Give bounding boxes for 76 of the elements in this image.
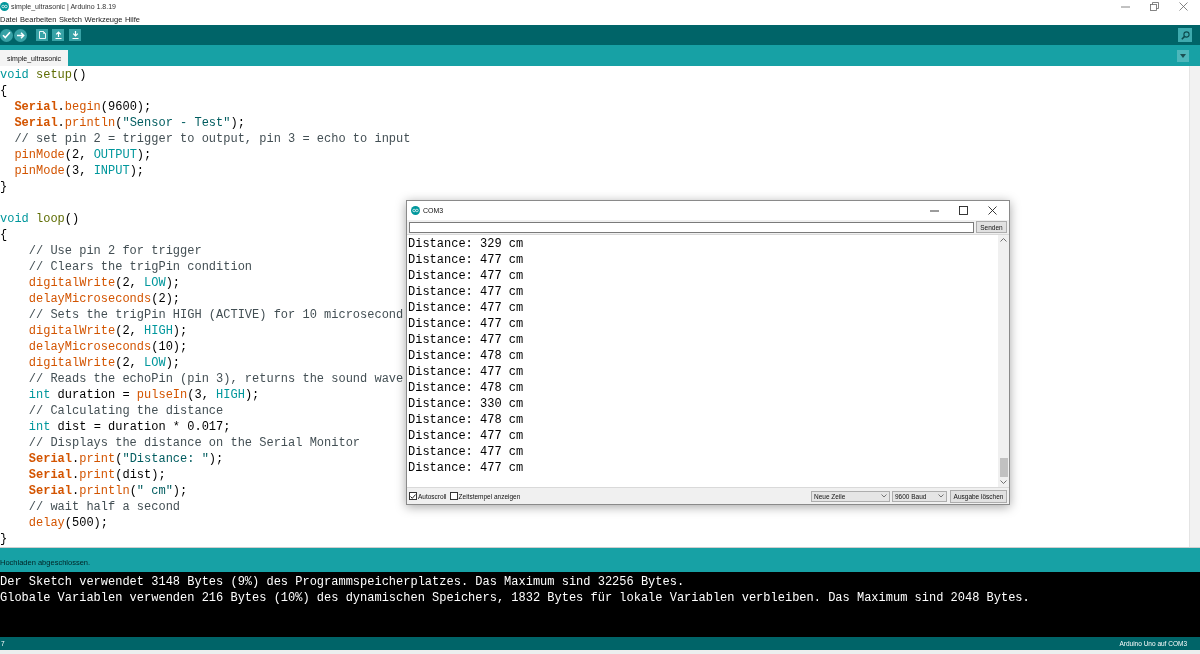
code-line: delayMicroseconds(10); <box>27 339 188 355</box>
new-button[interactable] <box>36 29 48 41</box>
scrollbar[interactable] <box>1189 66 1200 547</box>
output-line: Distance: 330 cm <box>408 396 524 412</box>
output-line: Distance: 477 cm <box>408 284 524 300</box>
caret-down-icon <box>938 494 944 498</box>
code-line: // Sets the trigPin HIGH (ACTIVE) for 10 microsecond <box>27 307 404 323</box>
code-line: // set pin 2 = trigger to output, pin 3 = echo to input <box>13 131 411 147</box>
output-line: Distance: 478 cm <box>408 348 524 364</box>
output-line: Distance: 477 cm <box>408 268 524 284</box>
document-icon <box>38 31 46 39</box>
output-line: Distance: 477 cm <box>408 444 524 460</box>
arrow-down-icon <box>71 31 79 39</box>
minimize-icon[interactable] <box>930 209 939 212</box>
code-line: Serial.print(dist); <box>27 467 166 483</box>
code-line: pinMode(2, OUTPUT); <box>13 147 152 163</box>
code-line: // Reads the echoPin (pin 3), returns the sound wave <box>27 371 404 387</box>
code-line: digitalWrite(2, LOW); <box>27 275 181 291</box>
code-line: { <box>0 83 8 99</box>
tick-icon <box>410 493 416 499</box>
scrollbar[interactable] <box>998 235 1009 487</box>
chevron-down-icon[interactable] <box>1000 480 1007 484</box>
check-icon <box>2 31 11 39</box>
open-button[interactable] <box>52 29 64 41</box>
code-line: delay(500); <box>27 515 109 531</box>
output-line: Distance: 478 cm <box>408 412 524 428</box>
scrollbar-thumb[interactable] <box>999 458 1008 477</box>
caret-down-icon <box>1180 53 1186 58</box>
code-line: pinMode(3, INPUT); <box>13 163 145 179</box>
console-line: Globale Variablen verwenden 216 Bytes (10%) des dynamischen Speichers, 1832 Bytes für lokale Variablen verbleiben. Das Maximum sind 2048 Bytes. <box>0 590 1030 606</box>
caret-down-icon <box>881 494 887 498</box>
message-input[interactable] <box>409 221 974 233</box>
output-line: Distance: 477 cm <box>408 364 524 380</box>
code-line: digitalWrite(2, LOW); <box>27 355 181 371</box>
serial-monitor-button[interactable] <box>1178 28 1192 42</box>
code-line: // Calculating the distance <box>27 403 224 419</box>
app-logo-icon <box>411 206 420 215</box>
maximize-icon[interactable] <box>959 206 968 215</box>
code-line: { <box>0 227 8 243</box>
tab-menu-button[interactable] <box>1177 49 1189 62</box>
code-line: digitalWrite(2, HIGH); <box>27 323 188 339</box>
search-icon <box>1180 30 1190 40</box>
code-line: // Clears the trigPin condition <box>27 259 253 275</box>
verify-button[interactable] <box>0 28 13 42</box>
output-line: Distance: 478 cm <box>408 380 524 396</box>
output-line: Distance: 477 cm <box>408 316 524 332</box>
code-line: delayMicroseconds(2); <box>27 291 181 307</box>
checkbox[interactable] <box>409 492 417 500</box>
code-line: void setup() <box>0 67 87 83</box>
output-line: Distance: 477 cm <box>408 300 524 316</box>
code-line: Serial.begin(9600); <box>13 99 152 115</box>
code-line: Serial.print("Distance: "); <box>27 451 224 467</box>
output-line: Distance: 329 cm <box>408 236 524 252</box>
console-line: Der Sketch verwendet 3148 Bytes (9%) des Programmspeicherplatzes. Das Maximum sind 32256 Bytes. <box>0 574 685 590</box>
output-line: Distance: 477 cm <box>408 332 524 348</box>
upload-button[interactable] <box>14 28 27 42</box>
output-line: Distance: 477 cm <box>408 252 524 268</box>
arrow-up-icon <box>54 31 62 39</box>
output-line: Distance: 477 cm <box>408 460 524 476</box>
restore-icon[interactable] <box>1150 2 1159 11</box>
code-line: // Use pin 2 for trigger <box>27 243 202 259</box>
code-line: Serial.println(" cm"); <box>27 483 188 499</box>
save-button[interactable] <box>69 29 81 41</box>
arrow-right-icon <box>16 31 25 39</box>
code-line: void loop() <box>0 211 80 227</box>
chevron-up-icon[interactable] <box>1000 238 1007 242</box>
code-line: // wait half a second <box>27 499 181 515</box>
code-line: // Displays the distance on the Serial Monitor <box>27 435 361 451</box>
code-line: } <box>0 531 8 547</box>
code-line: int dist = duration * 0.017; <box>27 419 231 435</box>
code-line: } <box>0 179 8 195</box>
code-line: Serial.println("Sensor - Test"); <box>13 115 245 131</box>
close-icon[interactable] <box>988 206 997 215</box>
checkbox[interactable] <box>449 492 458 500</box>
output-line: Distance: 477 cm <box>408 428 524 444</box>
code-line: int duration = pulseIn(3, HIGH); <box>27 387 260 403</box>
